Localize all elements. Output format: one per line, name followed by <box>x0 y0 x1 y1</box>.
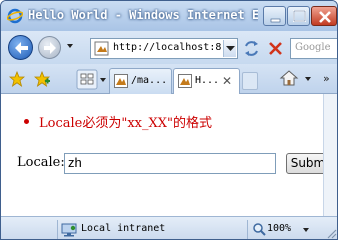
refresh-button[interactable] <box>241 38 262 59</box>
home-dropdown[interactable] <box>305 77 311 81</box>
security-zone[interactable]: Local intranet <box>81 223 165 234</box>
zoom-level[interactable]: 100% <box>267 223 291 234</box>
new-tab-button[interactable] <box>242 72 258 90</box>
bullet-icon <box>24 119 29 124</box>
status-bar: Local intranet 100% <box>1 216 337 239</box>
add-favorite-icon[interactable] <box>33 70 51 87</box>
quick-tabs-button[interactable] <box>76 69 109 90</box>
error-text: Locale必须为"xx_XX"的格式 <box>39 116 212 131</box>
stop-button[interactable] <box>265 38 286 59</box>
page-content: Locale必须为"xx_XX"的格式 Locale: zh Submit <box>1 94 337 216</box>
more-tools-icon[interactable]: » <box>323 72 330 85</box>
title-bar: Hello World - Windows Internet Explorer <box>1 1 337 31</box>
zoom-dropdown[interactable] <box>303 228 309 232</box>
local-intranet-icon <box>61 222 77 237</box>
address-field[interactable]: http://localhost:8080/ <box>90 38 238 59</box>
locale-label: Locale: <box>17 155 65 170</box>
status-divider <box>247 220 248 239</box>
back-arrow-icon <box>15 42 28 54</box>
back-button[interactable] <box>8 35 33 60</box>
tab-close-icon[interactable]: ✕ <box>222 75 232 87</box>
tab-label: /ma... <box>131 75 168 86</box>
tab-bar: /ma... H... ✕ » <box>1 64 337 95</box>
maximize-button[interactable] <box>287 6 310 26</box>
page-favicon-icon <box>178 74 192 88</box>
tab-active[interactable]: H... ✕ <box>173 68 240 95</box>
favorites-star-icon[interactable] <box>8 70 26 87</box>
locale-input[interactable]: zh <box>64 153 276 174</box>
forward-arrow-icon <box>44 42 56 54</box>
stop-icon <box>269 42 282 55</box>
chevron-down-icon <box>226 46 235 51</box>
search-input[interactable]: Google <box>290 38 337 59</box>
url-text[interactable]: http://localhost:8080/ <box>113 42 221 53</box>
status-divider <box>57 220 58 239</box>
ie-icon <box>6 8 24 24</box>
page-favicon-icon <box>114 74 128 88</box>
page-favicon-icon <box>94 41 109 56</box>
search-placeholder: Google <box>295 42 331 53</box>
tab-label: H... <box>195 75 220 86</box>
error-message: Locale必须为"xx_XX"的格式 <box>24 112 212 131</box>
zoom-icon <box>252 222 266 236</box>
resize-grip-icon[interactable] <box>325 227 337 239</box>
minimize-button[interactable] <box>263 6 286 26</box>
address-dropdown-button[interactable] <box>223 40 236 57</box>
forward-button[interactable] <box>38 36 61 59</box>
tab-inactive[interactable]: /ma... <box>109 68 172 94</box>
home-icon[interactable] <box>279 69 299 87</box>
address-bar-row: http://localhost:8080/ Google <box>1 31 337 64</box>
close-button[interactable] <box>311 6 337 26</box>
refresh-icon <box>245 41 258 56</box>
browser-window: Hello World - Windows Internet Explorer <box>0 0 338 240</box>
window-title: Hello World - Windows Internet Explorer <box>28 8 258 22</box>
vertical-scrollbar[interactable] <box>323 94 337 216</box>
recent-pages-dropdown[interactable] <box>67 44 73 48</box>
